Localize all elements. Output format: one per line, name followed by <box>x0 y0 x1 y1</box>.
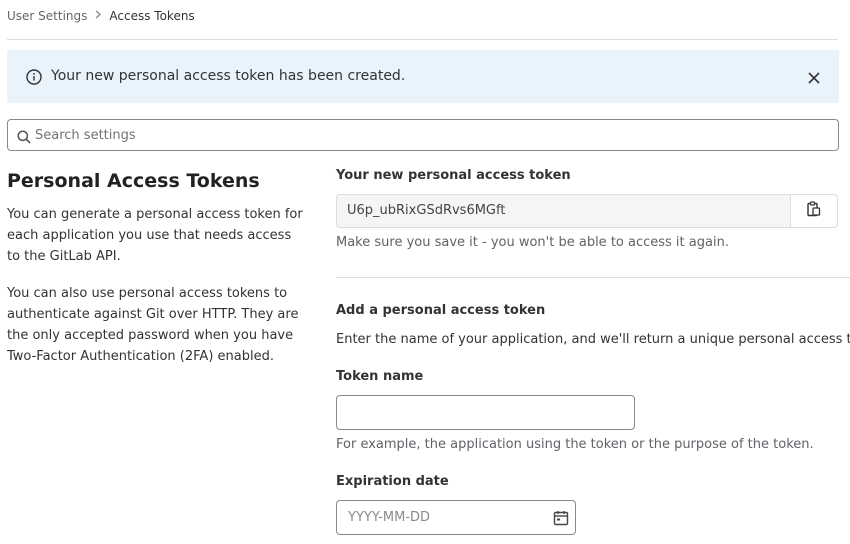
new-token-value[interactable]: U6p_ubRixGSdRvs6MGft <box>337 195 790 227</box>
success-alert: Your new personal access token has been … <box>7 50 839 103</box>
add-token-title: Add a personal access token <box>336 303 546 318</box>
new-token-field: U6p_ubRixGSdRvs6MGft <box>336 194 838 228</box>
add-token-description: Enter the name of your application, and … <box>336 332 850 347</box>
search-icon <box>17 129 31 144</box>
search-input[interactable] <box>35 120 825 150</box>
expiration-date-label: Expiration date <box>336 474 449 489</box>
chevron-right-icon <box>95 10 102 22</box>
intro-paragraph-1: You can generate a personal access token… <box>7 207 303 264</box>
page-title: Personal Access Tokens <box>7 170 260 192</box>
breadcrumb-current: Access Tokens <box>109 9 195 23</box>
new-token-label: Your new personal access token <box>336 168 571 183</box>
new-token-help: Make sure you save it - you won't be abl… <box>336 235 729 250</box>
token-name-label: Token name <box>336 369 424 384</box>
clipboard-icon <box>807 201 821 221</box>
expiration-date-input[interactable]: YYYY-MM-DD <box>336 500 576 535</box>
calendar-icon[interactable] <box>553 510 569 526</box>
search-settings <box>7 119 839 151</box>
token-name-input[interactable] <box>336 395 635 430</box>
info-icon <box>26 69 42 85</box>
intro-paragraph-2: You can also use personal access tokens … <box>7 286 299 364</box>
breadcrumb-user-settings[interactable]: User Settings <box>7 9 87 23</box>
divider <box>7 39 838 40</box>
divider <box>336 277 850 278</box>
date-placeholder: YYYY-MM-DD <box>348 510 431 525</box>
close-icon[interactable] <box>807 70 821 84</box>
copy-token-button[interactable] <box>790 195 837 227</box>
breadcrumb: User Settings Access Tokens <box>7 9 195 23</box>
token-name-help: For example, the application using the t… <box>336 437 814 452</box>
alert-message: Your new personal access token has been … <box>51 68 406 84</box>
